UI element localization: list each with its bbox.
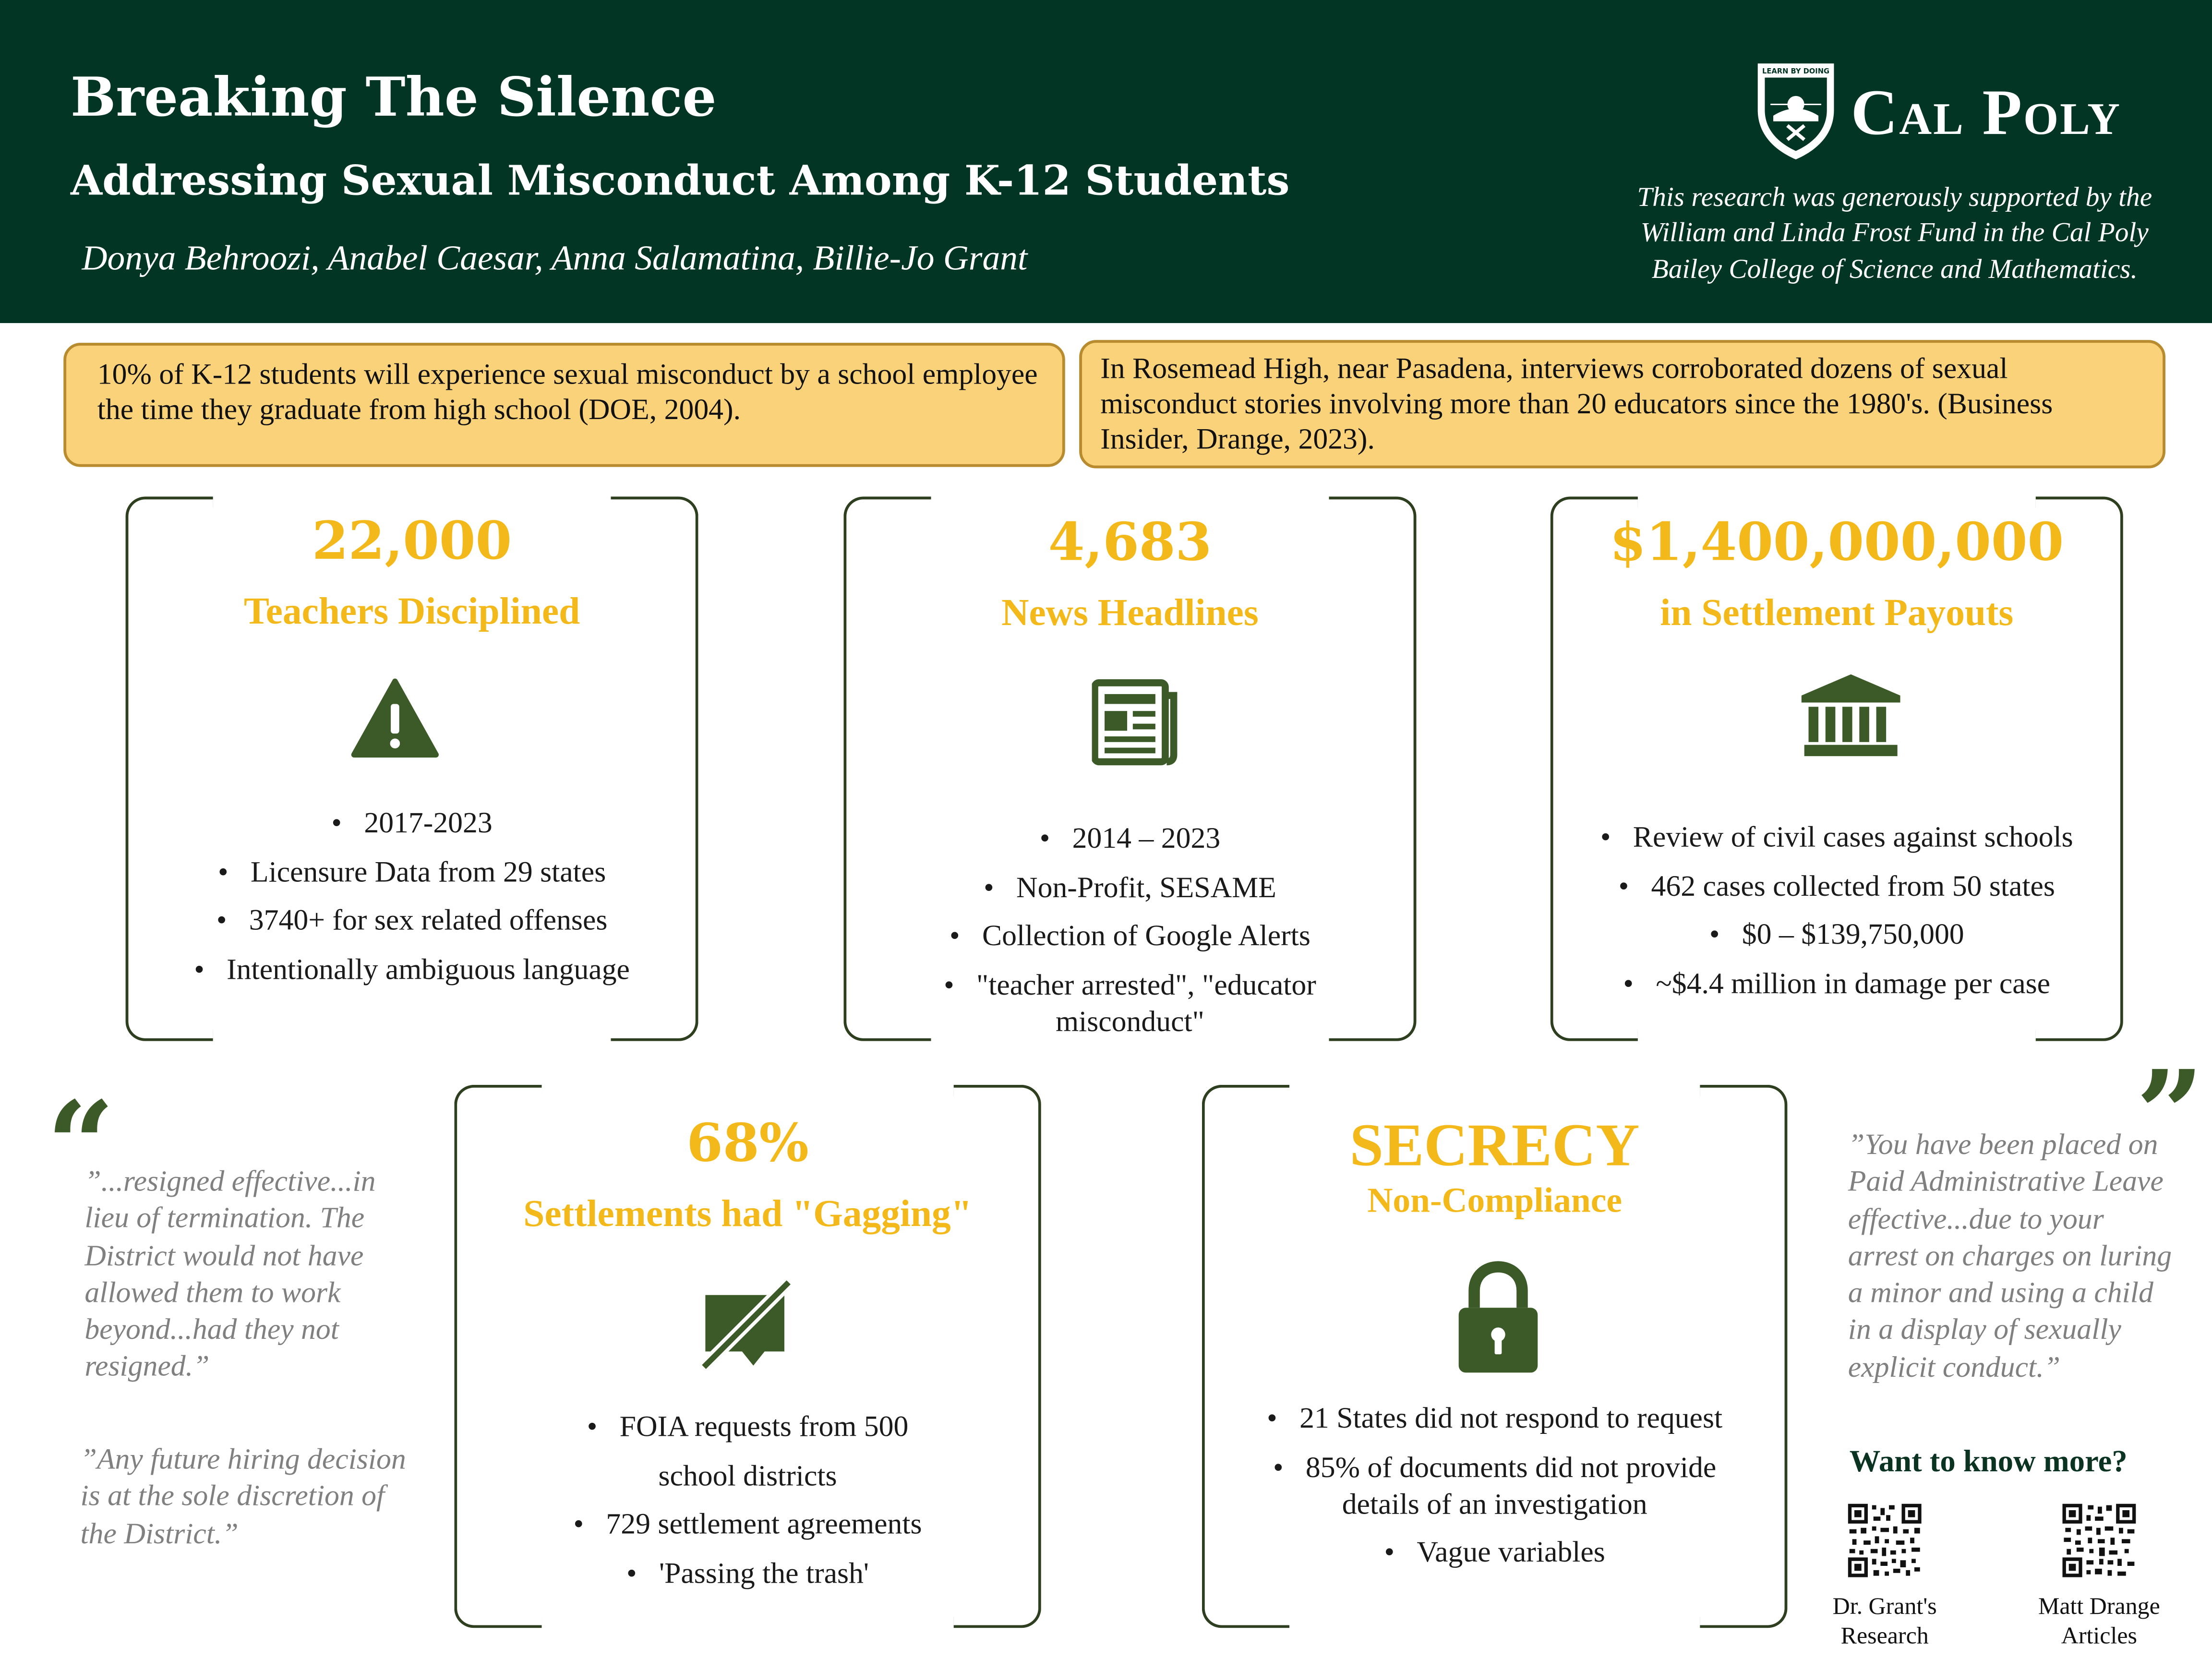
list-item: ~$4.4 million in damage per case xyxy=(1551,959,2123,1007)
panel-gagging: 68% Settlements had "Gagging" FOIA reque… xyxy=(454,1084,1041,1628)
qr-label-grant[interactable]: Dr. Grant's Research xyxy=(1814,1591,1955,1650)
panel-teachers-disciplined: 22,000 Teachers Disciplined 2017-2023 Li… xyxy=(125,496,698,1041)
gagging-bullet-list: FOIA requests from 500 school districts … xyxy=(454,1402,1041,1597)
news-bullet-list: 2014 – 2023 Non-Profit, SESAME Collectio… xyxy=(843,819,1416,1051)
cal-poly-shield-icon: LEARN BY DOING xyxy=(1757,63,1834,160)
list-item: Non-Profit, SESAME xyxy=(843,868,1416,905)
stat-value: SECRECY xyxy=(1349,1113,1640,1179)
list-item: "teacher arrested", "educator misconduct… xyxy=(843,966,1416,1039)
quote-left-1: ”...resigned effective...in lieu of term… xyxy=(84,1164,376,1383)
list-item: 2014 – 2023 xyxy=(843,819,1416,856)
quote-right-1: ”You have been placed on Paid Administra… xyxy=(1848,1127,2172,1384)
lock-icon xyxy=(1458,1261,1538,1373)
qr-code-icon[interactable] xyxy=(1846,1502,1923,1579)
qr-code-icon[interactable] xyxy=(2061,1502,2138,1579)
list-item: 3740+ for sex related offenses xyxy=(126,896,698,944)
list-item: Vague variables xyxy=(1202,1533,1788,1570)
authors: Donya Behroozi, Anabel Caesar, Anna Sala… xyxy=(82,240,1028,278)
stat-label: Teachers Disciplined xyxy=(243,589,580,632)
list-item: 462 cases collected from 50 states xyxy=(1551,861,2123,910)
callout-doe-stat: 10% of K-12 students will experience sex… xyxy=(63,343,1065,467)
logo-motto: LEARN BY DOING xyxy=(1762,67,1829,75)
header-banner: Breaking The Silence Addressing Sexual M… xyxy=(0,0,2212,323)
page-subtitle: Addressing Sexual Misconduct Among K-12 … xyxy=(70,156,1290,205)
list-item: Review of civil cases against schools xyxy=(1551,813,2123,861)
cal-poly-wordmark: Cal Poly xyxy=(1851,76,2122,148)
stat-value: 68% xyxy=(686,1111,809,1174)
stat-value: 4,683 xyxy=(1048,510,1212,573)
warning-icon xyxy=(351,678,439,758)
page-title: Breaking The Silence xyxy=(70,65,717,129)
stat-label: Non-Compliance xyxy=(1367,1182,1622,1221)
qr-label-drange[interactable]: Matt Drange Articles xyxy=(2029,1591,2170,1650)
funding-note: This research was generously supported b… xyxy=(1637,183,2152,285)
panel-settlement-payouts: $1,400,000,000 in Settlement Payouts Rev… xyxy=(1550,496,2123,1041)
stat-label: News Headlines xyxy=(1001,591,1259,634)
teachers-bullet-list: 2017-2023 Licensure Data from 29 states … xyxy=(126,798,698,993)
panel-secrecy: SECRECY Non-Compliance 21 States did not… xyxy=(1202,1084,1788,1628)
list-item: Collection of Google Alerts xyxy=(843,917,1416,953)
stat-value: 22,000 xyxy=(312,509,512,572)
muted-chat-icon xyxy=(698,1278,793,1371)
want-to-know-more-heading: Want to know more? xyxy=(1849,1443,2128,1479)
settlements-bullet-list: Review of civil cases against schools 46… xyxy=(1551,813,2123,1008)
list-item: 2017-2023 xyxy=(126,798,698,847)
quote-left-2: ”Any future hiring decision is at the so… xyxy=(80,1442,406,1550)
list-item: Licensure Data from 29 states xyxy=(126,847,698,896)
list-item: 729 settlement agreements xyxy=(454,1500,1041,1548)
stat-value: $1,400,000,000 xyxy=(1610,510,2064,573)
callout-rosemead: In Rosemead High, near Pasadena, intervi… xyxy=(1079,340,2166,469)
list-item: 21 States did not respond to request xyxy=(1202,1399,1788,1436)
list-item: $0 – $139,750,000 xyxy=(1551,910,2123,959)
newspaper-icon xyxy=(1092,679,1178,766)
bank-icon xyxy=(1801,674,1900,757)
stat-label: in Settlement Payouts xyxy=(1660,591,2014,634)
list-item: 85% of documents did not provide details… xyxy=(1202,1448,1788,1522)
stat-label: Settlements had "Gagging" xyxy=(523,1192,972,1235)
list-item: FOIA requests from 500 school districts xyxy=(454,1402,1041,1500)
list-item: Intentionally ambiguous language xyxy=(126,945,698,993)
panel-news-headlines: 4,683 News Headlines 2014 – 2023 Non-Pro… xyxy=(843,496,1417,1041)
secrecy-bullet-list: 21 States did not respond to request 85%… xyxy=(1202,1399,1788,1582)
list-item: 'Passing the trash' xyxy=(454,1548,1041,1597)
